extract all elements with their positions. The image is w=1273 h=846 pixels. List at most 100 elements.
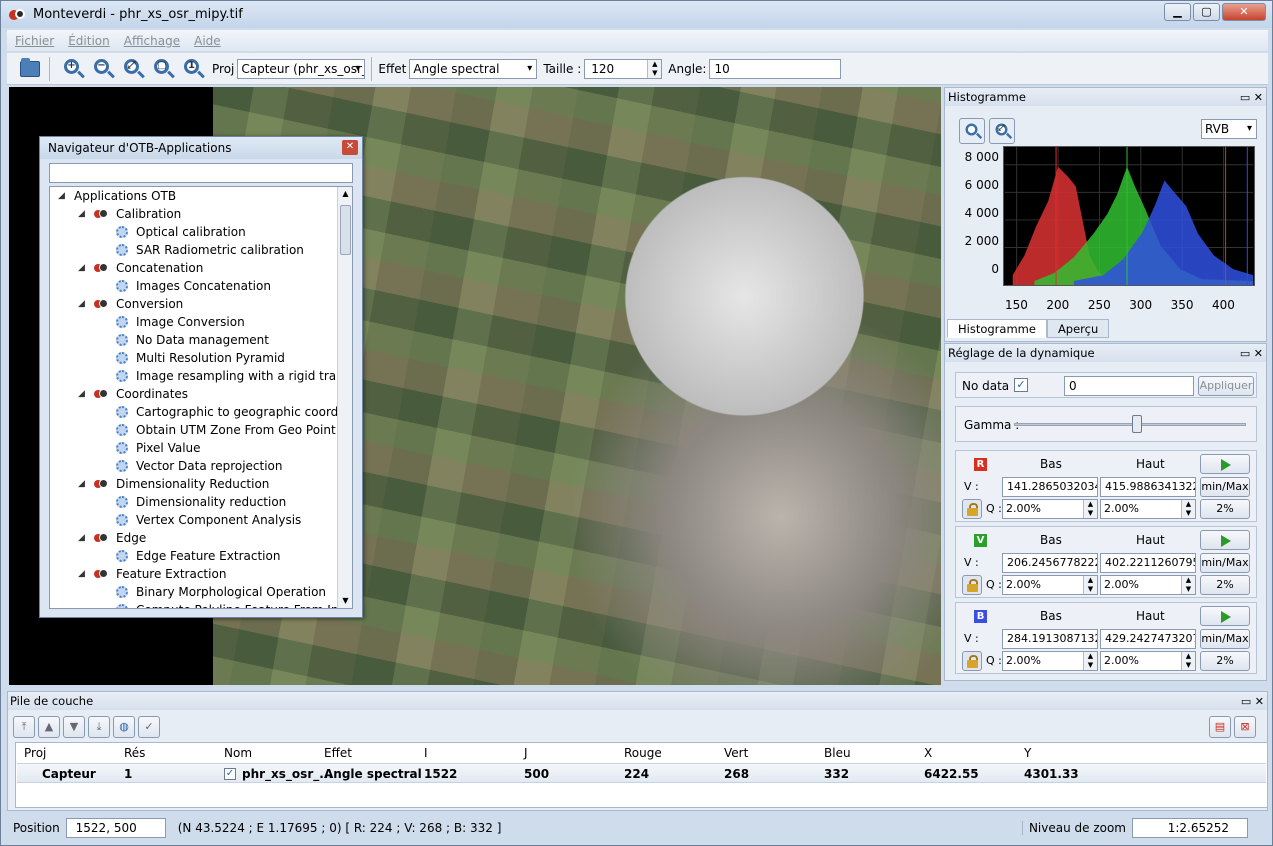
size-spinbox[interactable]: 120 ▲ ▼ [584,58,663,79]
expand-icon[interactable]: ◢ [78,529,85,547]
tree-group[interactable]: ◢ Calibration [50,205,352,223]
close-button[interactable]: ✕ [1222,3,1266,21]
v-high-input[interactable]: 415.988634132243 [1100,477,1196,497]
tree-group[interactable]: ◢ Edge [50,529,352,547]
tree-group[interactable]: ◢ Feature Extraction [50,565,352,583]
check-icon[interactable]: ✓ [138,716,160,738]
navigator-close-button[interactable]: ✕ [342,140,358,155]
tab-preview[interactable]: Aperçu [1046,319,1110,338]
menu-edit[interactable]: Édition [68,34,110,48]
lock-icon[interactable] [962,651,982,671]
tree-app-item[interactable]: Obtain UTM Zone From Geo Point [50,421,352,439]
menu-view[interactable]: Affichage [124,34,180,48]
apply-button[interactable]: Appliquer [1198,376,1254,396]
q-low-spinbox[interactable]: 2.00% ▲ ▼ [1002,651,1098,671]
minmax-button[interactable]: min/Max [1200,477,1250,497]
v-high-input[interactable]: 429.242747320766 [1100,629,1196,649]
apply-channel-button[interactable] [1200,606,1250,626]
menu-file[interactable]: Fichier [15,34,54,48]
v-low-input[interactable]: 284.191308713253 [1002,629,1098,649]
spin-arrows-icon[interactable]: ▲ ▼ [1181,652,1195,670]
effect-select[interactable]: Angle spectral [409,58,538,79]
clear-layers-icon[interactable]: ⊠ [1234,716,1256,738]
menu-help[interactable]: Aide [194,34,221,48]
tree-group[interactable]: ◢ Concatenation [50,259,352,277]
tree-app-item[interactable]: Cartographic to geographic coordi... [50,403,352,421]
tree-group[interactable]: ◢ Dimensionality Reduction [50,475,352,493]
apply-channel-button[interactable] [1200,530,1250,550]
panel-float-close-icon[interactable]: ▭ ✕ [1240,345,1263,363]
percent-button[interactable]: 2% [1200,651,1250,671]
open-file-button[interactable] [17,56,43,82]
expand-icon[interactable]: ◢ [78,475,85,493]
percent-button[interactable]: 2% [1200,575,1250,595]
zoom-in-button[interactable]: + [60,56,86,82]
globe-icon[interactable]: ◍ [113,716,135,738]
scroll-down-icon[interactable]: ▼ [338,594,352,608]
tree-app-item[interactable]: Images Concatenation [50,277,352,295]
tree-app-item[interactable]: Image resampling with a rigid trans... [50,367,352,385]
spin-arrows-icon[interactable]: ▲ ▼ [1083,576,1097,594]
proj-select[interactable]: Capteur (phr_xs_osr_ [237,58,366,79]
zoom-extent-button[interactable]: ⤢ [120,56,146,82]
tree-app-item[interactable]: Optical calibration [50,223,352,241]
tree-app-item[interactable]: Image Conversion [50,313,352,331]
tree-app-item[interactable]: Multi Resolution Pyramid [50,349,352,367]
q-high-spinbox[interactable]: 2.00% ▲ ▼ [1100,651,1196,671]
spin-arrows-icon[interactable]: ▲ ▼ [647,59,662,78]
tree-app-item[interactable]: Vector Data reprojection [50,457,352,475]
zoom-1-1-button[interactable]: 1 [180,56,206,82]
q-low-spinbox[interactable]: 2.00% ▲ ▼ [1002,575,1098,595]
scroll-up-icon[interactable]: ▲ [338,187,352,201]
zoom-full-button[interactable]: □ [150,56,176,82]
layer-down-button[interactable]: ▼ [63,716,85,738]
nodata-input[interactable]: 0 [1064,376,1194,396]
histogram-zoom-button[interactable] [959,118,985,144]
gamma-track[interactable] [1014,423,1246,426]
minmax-button[interactable]: min/Max [1200,553,1250,573]
delete-layer-icon[interactable]: ▤ [1209,716,1231,738]
spin-arrows-icon[interactable]: ▲ ▼ [1083,652,1097,670]
histogram-mode-select[interactable]: RVB [1201,119,1257,139]
tree-group[interactable]: ◢ Coordinates [50,385,352,403]
tree-app-item[interactable]: Pixel Value [50,439,352,457]
gamma-slider[interactable] [1132,415,1142,433]
lock-icon[interactable] [962,499,982,519]
nodata-checkbox[interactable]: ✓ [1014,378,1028,392]
layer-visible-checkbox[interactable]: ✓ [224,768,236,780]
tree-app-item[interactable]: Edge Feature Extraction [50,547,352,565]
apply-channel-button[interactable] [1200,454,1250,474]
tree-root[interactable]: ◢ Applications OTB [50,187,352,205]
tree-app-item[interactable]: No Data management [50,331,352,349]
navigator-search-input[interactable] [49,163,353,183]
q-high-spinbox[interactable]: 2.00% ▲ ▼ [1100,499,1196,519]
expand-icon[interactable]: ◢ [78,385,85,403]
v-low-input[interactable]: 141.286503203495 [1002,477,1098,497]
q-low-spinbox[interactable]: 2.00% ▲ ▼ [1002,499,1098,519]
expand-icon[interactable]: ◢ [78,259,85,277]
tree-app-item[interactable]: Vertex Component Analysis [50,511,352,529]
histogram-fit-button[interactable]: ⤢ [989,118,1015,144]
layer-up-button[interactable]: ▲ [38,716,60,738]
expand-icon[interactable]: ◢ [78,565,85,583]
tree-app-item[interactable]: Dimensionality reduction [50,493,352,511]
tab-histogram[interactable]: Histogramme [947,319,1047,338]
v-high-input[interactable]: 402.221126079559 [1100,553,1196,573]
tree-scrollbar[interactable]: ▲ ▼ [337,187,352,608]
expand-icon[interactable]: ◢ [58,187,65,205]
layer-bottom-button[interactable]: ⤓ [88,716,110,738]
expand-icon[interactable]: ◢ [78,205,85,223]
tree-app-item[interactable]: Binary Morphological Operation [50,583,352,601]
scroll-thumb[interactable] [340,205,351,255]
spin-arrows-icon[interactable]: ▲ ▼ [1083,500,1097,518]
spin-arrows-icon[interactable]: ▲ ▼ [1181,576,1195,594]
minmax-button[interactable]: min/Max [1200,629,1250,649]
minimize-button[interactable]: ▁ [1164,3,1191,21]
tree-app-item[interactable]: SAR Radiometric calibration [50,241,352,259]
panel-float-close-icon[interactable]: ▭ ✕ [1240,89,1263,107]
q-high-spinbox[interactable]: 2.00% ▲ ▼ [1100,575,1196,595]
spin-arrows-icon[interactable]: ▲ ▼ [1181,500,1195,518]
layer-top-button[interactable]: ⤒ [13,716,35,738]
tree-app-item[interactable]: Compute Polyline Feature From Im... [50,601,352,608]
tree-group[interactable]: ◢ Conversion [50,295,352,313]
